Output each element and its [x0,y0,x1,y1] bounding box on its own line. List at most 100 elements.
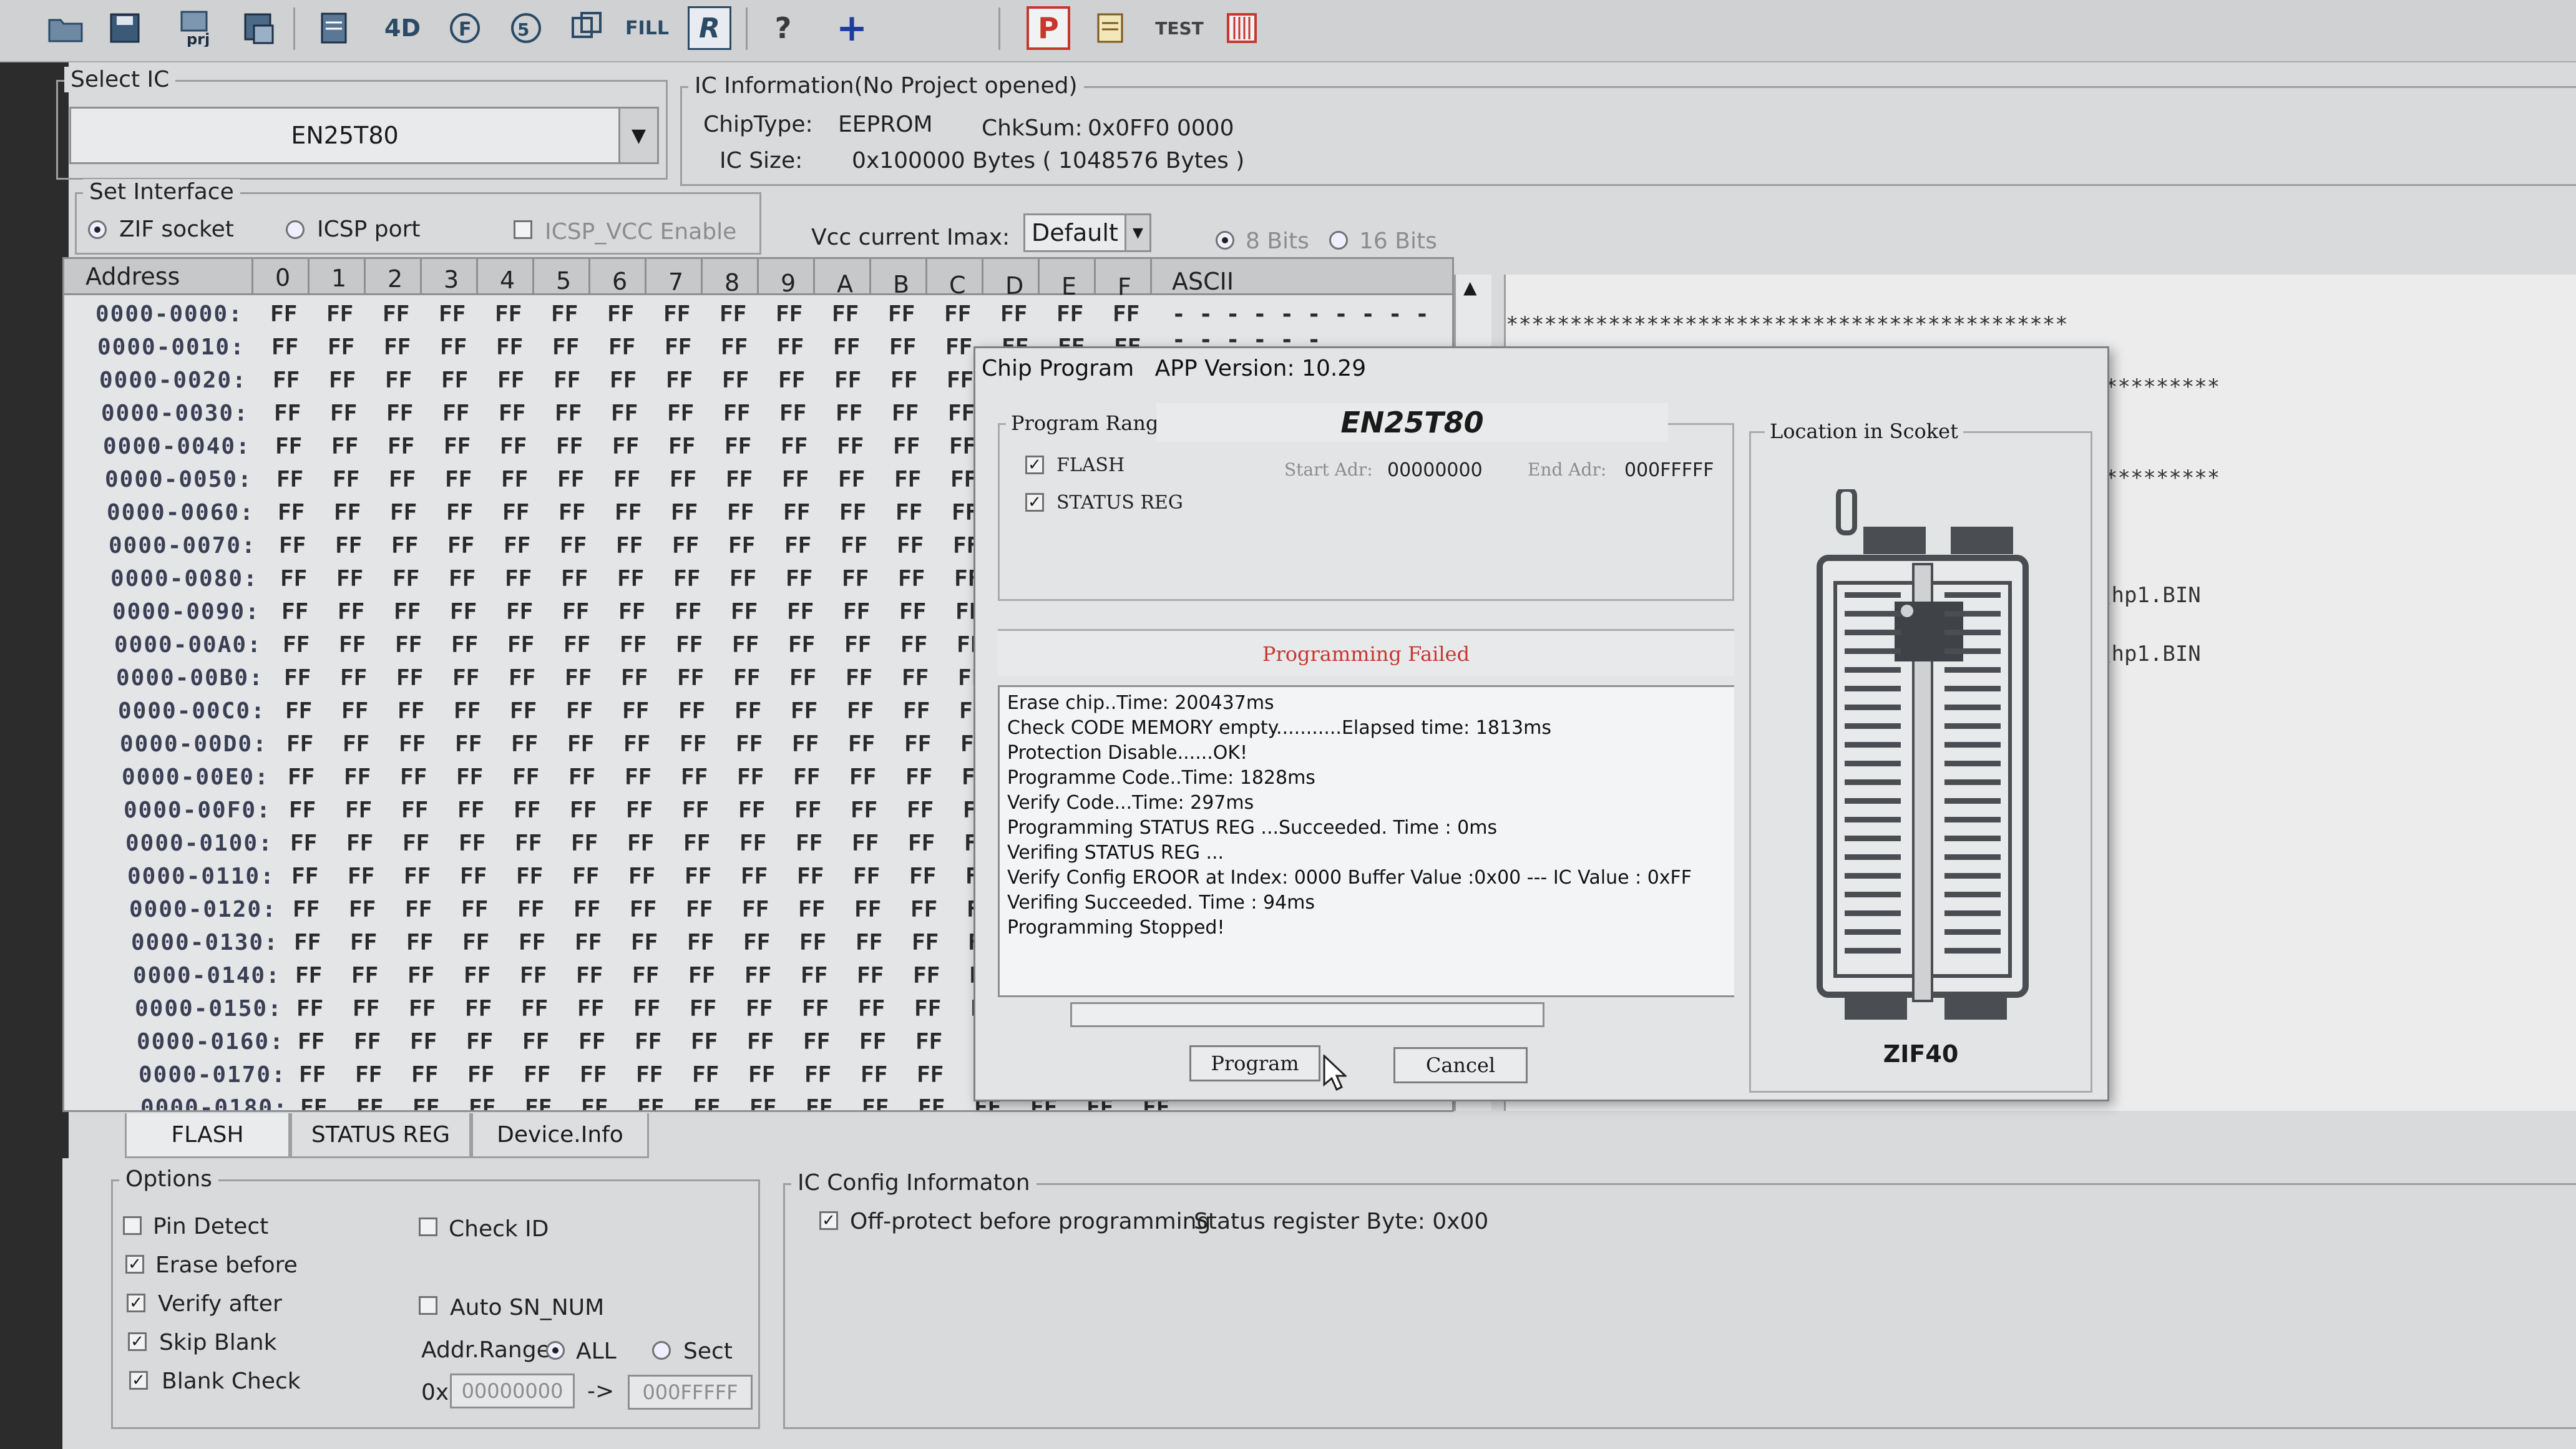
hex-cell[interactable]: FF [467,1062,494,1088]
hex-cell[interactable]: FF [444,434,471,459]
save-project-icon[interactable] [237,6,281,50]
program-p-icon[interactable]: P [1027,6,1070,50]
hex-cell[interactable]: FF [551,301,578,327]
hex-cell[interactable]: FF [346,831,373,856]
hex-cell[interactable]: FF [1000,301,1027,327]
hex-cell[interactable]: FF [571,831,598,856]
hex-cell[interactable]: FF [554,368,580,393]
hex-cell[interactable]: FF [336,566,363,592]
hex-cell[interactable]: FF [779,401,806,426]
bits8-radio[interactable] [1216,231,1234,250]
hex-cell[interactable]: FF [608,334,635,360]
hex-cell[interactable]: FF [385,368,412,393]
hex-cell[interactable]: FF [559,500,585,525]
chip-info-icon[interactable] [312,6,356,50]
hex-cell[interactable]: FF [406,930,433,955]
hex-cell[interactable]: FF [464,963,490,988]
hex-cell[interactable]: FF [299,1062,326,1088]
erase-before-checkbox[interactable]: ✓ [125,1255,144,1274]
blank-check-checkbox[interactable]: ✓ [129,1371,148,1390]
hex-cell[interactable]: FF [667,401,694,426]
hex-cell[interactable]: FF [852,831,879,856]
hex-cell[interactable]: FF [507,632,534,658]
hex-cell[interactable]: FF [851,798,877,823]
hex-cell[interactable]: FF [791,698,817,724]
hex-cell[interactable]: FF [688,963,715,988]
hex-cell[interactable]: FF [329,368,356,393]
hex-cell[interactable]: FF [405,897,432,922]
hex-cell[interactable]: FF [796,831,822,856]
hex-cell[interactable]: FF [328,334,354,360]
hex-cell[interactable]: FF [832,301,859,327]
hex-cell[interactable]: FF [841,533,867,559]
hex-cell[interactable]: FF [465,996,492,1022]
hex-cell[interactable]: FF [557,467,584,492]
hex-cell[interactable]: FF [271,334,298,360]
hex-cell[interactable]: FF [894,467,921,492]
hex-cell[interactable]: FF [853,864,880,889]
hex-cell[interactable]: FF [737,764,764,790]
hex-cell[interactable]: FF [892,401,919,426]
hex-cell[interactable]: FF [396,665,423,691]
hex-cell[interactable]: FF [575,930,602,955]
vcc-select[interactable]: Default ▼ [1023,213,1151,252]
hex-cell[interactable]: FF [459,831,485,856]
hex-cell[interactable]: FF [452,665,479,691]
icsp-vcc-checkbox[interactable] [514,220,532,239]
hex-cell[interactable]: FF [339,632,366,658]
hex-cell[interactable]: FF [572,864,599,889]
range-sect-radio[interactable] [652,1341,671,1360]
hex-cell[interactable]: FF [611,401,638,426]
hex-cell[interactable]: FF [794,798,821,823]
hex-cell[interactable]: FF [680,731,706,757]
add-icon[interactable]: + [830,6,874,50]
hex-cell[interactable]: FF [793,764,820,790]
hex-cell[interactable]: FF [401,798,428,823]
hex-cell[interactable]: FF [355,1062,382,1088]
hex-cell[interactable]: FF [577,996,604,1022]
range-end-input[interactable]: 000FFFFF [628,1375,753,1410]
fill-icon[interactable]: FILL [625,6,669,50]
hex-cell[interactable]: FF [732,632,759,658]
hex-cell[interactable]: FF [521,996,548,1022]
hex-cell[interactable]: FF [331,434,358,459]
hex-cell[interactable]: FF [801,963,827,988]
hex-cell[interactable]: FF [565,665,592,691]
hex-cell[interactable]: FF [670,467,696,492]
hex-cell[interactable]: FF [890,368,917,393]
hex-cell[interactable]: FF [904,731,931,757]
hex-cell[interactable]: FF [274,401,301,426]
hex-cell[interactable]: FF [567,731,594,757]
hex-cell[interactable]: FF [631,930,658,955]
icsp-radio[interactable] [286,220,305,239]
hex-cell[interactable]: FF [607,301,634,327]
hex-cell[interactable]: FF [505,566,532,592]
hex-cell[interactable]: FF [280,566,307,592]
hex-cell[interactable]: FF [410,1029,437,1055]
hex-cell[interactable]: FF [665,334,691,360]
tab-status-reg[interactable]: STATUS REG [290,1113,471,1158]
auto-sn-checkbox[interactable] [419,1296,437,1315]
hex-cell[interactable]: FF [495,301,522,327]
hex-cell[interactable]: FF [501,467,528,492]
hex-cell[interactable]: FF [633,996,660,1022]
hex-cell[interactable]: FF [285,698,312,724]
hex-cell[interactable]: FF [721,334,748,360]
hex-cell[interactable]: FF [842,566,869,592]
hex-cell[interactable]: FF [333,467,359,492]
hex-cell[interactable]: FF [556,434,583,459]
hex-cell[interactable]: FF [895,500,922,525]
hex-cell[interactable]: FF [889,334,916,360]
hex-cell[interactable]: FF [804,1062,831,1088]
hex-cell[interactable]: FF [854,897,881,922]
hex-cell[interactable]: FF [673,566,700,592]
hex-cell[interactable]: FF [948,401,975,426]
hex-cell[interactable]: FF [341,698,368,724]
hex-cell[interactable]: FF [918,1095,945,1110]
hex-cell[interactable]: FF [905,764,932,790]
hex-cell[interactable]: FF [676,632,703,658]
hex-cell[interactable]: FF [454,698,481,724]
hex-cell[interactable]: FF [635,1029,661,1055]
hex-cell[interactable]: FF [743,930,770,955]
hex-cell[interactable]: FF [912,930,939,955]
